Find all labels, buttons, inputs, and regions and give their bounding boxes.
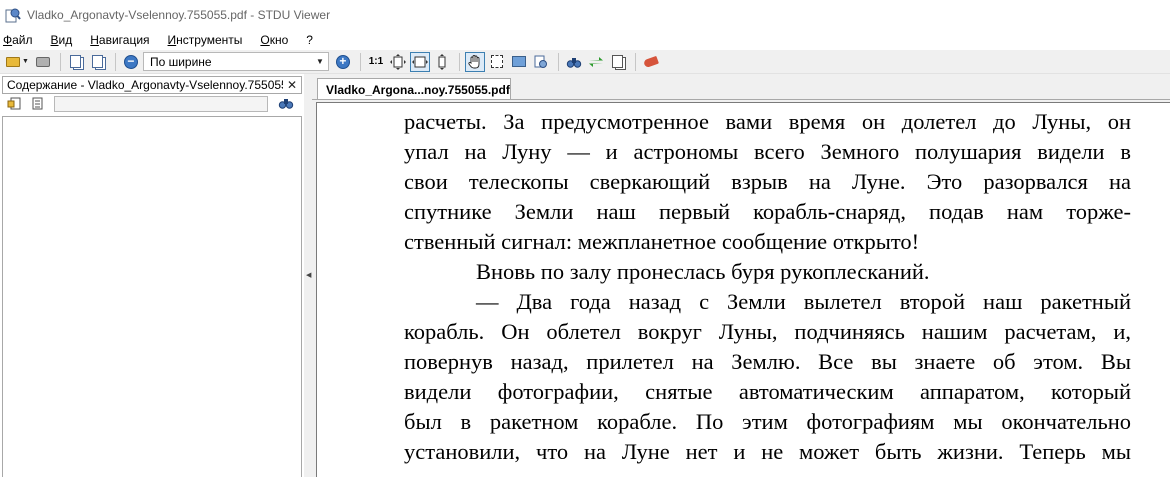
menu-view[interactable]: Вид bbox=[51, 33, 73, 47]
snapshot-icon bbox=[534, 55, 547, 68]
text-line: — Два года назад с Земли вылетел второй … bbox=[476, 289, 1131, 314]
toolbar-separator bbox=[114, 52, 116, 71]
document-area: Vladko_Argona...noy.755055.pdf расчеты. … bbox=[312, 74, 1170, 477]
toolbar-separator bbox=[557, 52, 559, 71]
menu-file[interactable]: Файл bbox=[3, 33, 33, 47]
fit-width-icon bbox=[411, 56, 428, 67]
print-icon bbox=[35, 56, 50, 67]
prev-page-icon bbox=[70, 55, 82, 68]
select-text-icon bbox=[490, 55, 503, 68]
fit-page-button[interactable] bbox=[388, 52, 408, 72]
panel-splitter[interactable]: ◀ bbox=[304, 74, 312, 477]
highlight-button[interactable] bbox=[641, 52, 661, 72]
fit-page-icon bbox=[389, 53, 406, 70]
fit-height-button[interactable] bbox=[432, 52, 452, 72]
page-text: расчеты. За предусмотренное вами время о… bbox=[404, 107, 1131, 467]
menu-bar: Файл Вид Навигация Инструменты Окно ? bbox=[0, 30, 1170, 50]
text-line: ственный сигнал: межпланетное сообщение … bbox=[404, 229, 920, 254]
app-icon bbox=[5, 7, 21, 23]
text-line: Вновь по залу пронеслась буря рукоплеска… bbox=[476, 259, 930, 284]
expand-all-icon bbox=[7, 97, 21, 110]
document-tab[interactable]: Vladko_Argona...noy.755055.pdf bbox=[317, 78, 511, 100]
highlight-icon bbox=[642, 55, 659, 68]
text-line: упал на Луну — и астрономы всего Земного… bbox=[404, 139, 1131, 164]
text-line: корабль. Он облетел вокруг Луны, подчиня… bbox=[404, 319, 1131, 344]
zoom-out-button[interactable]: − bbox=[121, 52, 141, 72]
go-to-icon bbox=[588, 56, 603, 67]
toolbar-separator bbox=[458, 52, 460, 71]
select-image-icon bbox=[511, 56, 526, 67]
hand-tool-button[interactable] bbox=[464, 51, 485, 72]
contents-find-button[interactable] bbox=[278, 96, 294, 113]
contents-panel-toolbar bbox=[2, 94, 302, 114]
text-line: свои телескопы сверкающий взрыв на Луне.… bbox=[404, 169, 1131, 194]
text-line: спутнике Земли наш первый корабль-снаряд… bbox=[404, 199, 1131, 224]
text-line: расчеты. За предусмотренное вами время о… bbox=[404, 109, 1131, 134]
actual-size-icon: 1:1 bbox=[368, 56, 384, 67]
toolbar: ▼ − По ширине ▼ + 1:1 bbox=[0, 50, 1170, 74]
fit-height-icon bbox=[438, 53, 446, 70]
print-button[interactable] bbox=[33, 52, 53, 72]
expand-all-button[interactable] bbox=[6, 96, 24, 112]
find-button[interactable] bbox=[564, 52, 584, 72]
next-page-button[interactable] bbox=[88, 52, 108, 72]
open-folder-icon bbox=[6, 56, 20, 67]
select-image-button[interactable] bbox=[509, 52, 529, 72]
menu-help[interactable]: ? bbox=[306, 33, 313, 47]
contents-panel-header: Содержание - Vladko_Argonavty-Vselennoy.… bbox=[2, 76, 302, 94]
go-to-button[interactable] bbox=[586, 52, 606, 72]
collapse-arrow-icon[interactable]: ◀ bbox=[306, 272, 311, 280]
text-line: повернув назад, прилетел на Землю. Все в… bbox=[404, 349, 1131, 374]
window-title: Vladko_Argonavty-Vselennoy.755055.pdf - … bbox=[27, 8, 331, 22]
menu-navigation[interactable]: Навигация bbox=[90, 33, 149, 47]
close-icon[interactable]: ✕ bbox=[283, 78, 297, 92]
toolbar-separator bbox=[359, 52, 361, 71]
actual-size-button[interactable]: 1:1 bbox=[366, 52, 386, 72]
text-line: видели фотографии, снятые автоматическим… bbox=[404, 379, 1131, 404]
chevron-down-icon: ▼ bbox=[316, 57, 324, 66]
text-line: был в ракетном корабле. По этим фотограф… bbox=[404, 409, 1131, 434]
hand-tool-icon bbox=[468, 54, 480, 68]
snapshot-button[interactable] bbox=[531, 52, 551, 72]
tab-divider bbox=[312, 99, 1170, 100]
contents-panel-title: Содержание - Vladko_Argonavty-Vselennoy.… bbox=[7, 78, 283, 92]
open-dropdown-icon[interactable]: ▼ bbox=[22, 58, 29, 65]
zoom-mode-select[interactable]: По ширине ▼ bbox=[142, 52, 329, 71]
open-button[interactable] bbox=[3, 52, 23, 72]
title-bar: Vladko_Argonavty-Vselennoy.755055.pdf - … bbox=[0, 0, 1170, 30]
toolbar-separator bbox=[59, 52, 61, 71]
find-icon bbox=[278, 98, 294, 109]
text-line: установили, что на Луне нет и не может б… bbox=[404, 439, 1131, 464]
contents-search-input[interactable] bbox=[54, 96, 268, 112]
zoom-out-icon: − bbox=[123, 54, 138, 69]
fit-width-button[interactable] bbox=[409, 51, 430, 72]
prev-page-button[interactable] bbox=[66, 52, 86, 72]
menu-tools[interactable]: Инструменты bbox=[168, 33, 243, 47]
zoom-in-icon: + bbox=[335, 54, 350, 69]
copy-button[interactable] bbox=[608, 52, 628, 72]
contents-panel: Содержание - Vladko_Argonavty-Vselennoy.… bbox=[0, 74, 304, 477]
copy-icon bbox=[612, 55, 624, 68]
document-page[interactable]: расчеты. За предусмотренное вами время о… bbox=[316, 102, 1170, 477]
next-page-icon bbox=[92, 55, 104, 68]
zoom-in-button[interactable]: + bbox=[333, 52, 353, 72]
zoom-mode-value: По ширине bbox=[149, 54, 212, 69]
select-text-button[interactable] bbox=[487, 52, 507, 72]
find-icon bbox=[566, 57, 582, 68]
menu-window[interactable]: Окно bbox=[260, 33, 288, 47]
collapse-all-icon bbox=[32, 97, 43, 110]
toolbar-separator bbox=[634, 52, 636, 71]
collapse-all-button[interactable] bbox=[28, 96, 46, 112]
contents-tree[interactable] bbox=[2, 116, 302, 477]
